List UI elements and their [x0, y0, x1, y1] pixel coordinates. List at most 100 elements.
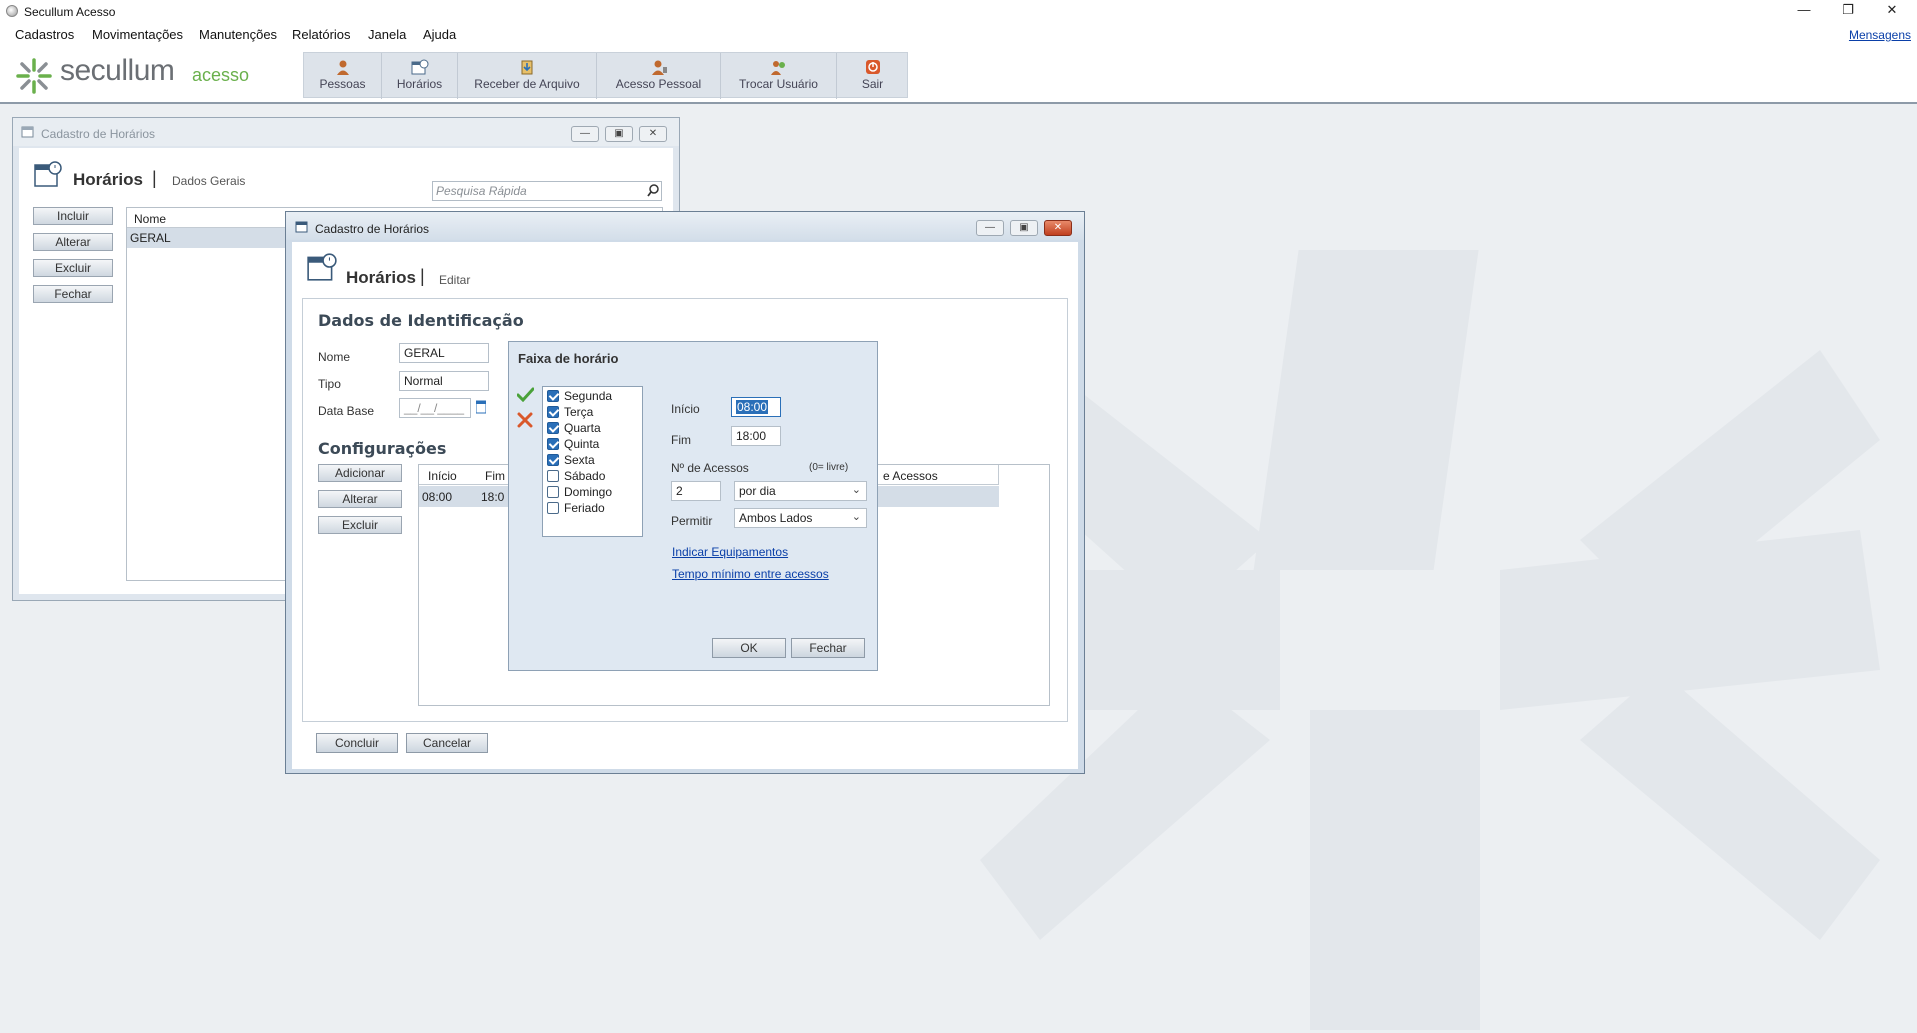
toolbar-receber-label: Receber de Arquivo [474, 77, 580, 91]
excluir-button[interactable]: Excluir [33, 259, 113, 277]
toolbar-sair-button[interactable]: Sair [837, 53, 908, 99]
menu-manutencoes[interactable]: Manutenções [199, 27, 277, 42]
window-edit-header: Horários [346, 268, 416, 287]
day-segunda[interactable]: Segunda [545, 388, 640, 404]
adicionar-button[interactable]: Adicionar [318, 464, 402, 482]
toolbar-acesso-button[interactable]: Acesso Pessoal [597, 53, 721, 99]
acessos-hint: (0= livre) [809, 462, 849, 473]
window-edit-maximize-icon[interactable]: ▣ [1010, 220, 1038, 236]
receive-file-icon [521, 60, 533, 75]
toolbar-acesso-label: Acesso Pessoal [615, 77, 702, 91]
background-watermark-icon [980, 250, 1880, 1030]
tipo-select[interactable]: Normal [399, 371, 489, 391]
window-bg-close-icon[interactable]: ✕ [639, 126, 667, 142]
calendar-picker-icon[interactable] [476, 400, 486, 414]
nome-field[interactable]: GERAL [399, 343, 489, 363]
confirm-check-icon[interactable] [517, 387, 534, 402]
day-checkbox[interactable] [547, 422, 559, 434]
day-checkbox[interactable] [547, 454, 559, 466]
alterar-button[interactable]: Alterar [33, 233, 113, 251]
fechar-button[interactable]: Fechar [33, 285, 113, 303]
window-edit-close-icon[interactable]: ✕ [1044, 220, 1072, 236]
window-icon [295, 221, 308, 233]
secullum-logo-icon [16, 58, 52, 94]
menu-cadastros[interactable]: Cadastros [15, 27, 74, 42]
toolbar-pessoas-button[interactable]: Pessoas [304, 53, 382, 99]
periodo-select[interactable]: por dia ⌄ [734, 481, 867, 501]
logo-brand: secullum [60, 54, 175, 87]
acessos-field[interactable]: 2 [671, 481, 721, 501]
toolbar-horarios-button[interactable]: Horários [382, 53, 458, 99]
acessos-label: Nº de Acessos [671, 461, 749, 475]
close-icon[interactable]: ✕ [1870, 0, 1914, 22]
grid-col-fim: Fim [485, 469, 505, 483]
grid-col-acessos: e Acessos [883, 469, 938, 483]
toolbar-band [0, 46, 1917, 104]
periodo-value: por dia [739, 484, 776, 498]
restore-icon[interactable]: ❐ [1826, 0, 1870, 22]
power-exit-icon [865, 60, 880, 74]
mensagens-link[interactable]: Mensagens [1849, 28, 1911, 42]
day-label: Domingo [564, 485, 613, 499]
database-field[interactable]: __/__/____ [399, 398, 471, 418]
header-separator: | [420, 266, 425, 286]
search-icon[interactable] [647, 184, 660, 197]
toolbar-horarios-label: Horários [396, 77, 443, 91]
day-checkbox[interactable] [547, 486, 559, 498]
faixa-title: Faixa de horário [518, 351, 619, 366]
day-label: Sábado [564, 469, 606, 483]
section-identificacao: Dados de Identificação [318, 311, 524, 330]
menu-relatorios[interactable]: Relatórios [292, 27, 351, 42]
day-domingo[interactable]: Domingo [545, 484, 640, 500]
window-edit-minimize-icon[interactable]: — [976, 220, 1004, 236]
minimize-icon[interactable]: — [1782, 0, 1826, 22]
permitir-select[interactable]: Ambos Lados ⌄ [734, 508, 867, 528]
window-edit-title: Cadastro de Horários [315, 222, 430, 236]
day-checkbox[interactable] [547, 470, 559, 482]
day-checkbox[interactable] [547, 438, 559, 450]
window-icon [21, 126, 34, 138]
search-input[interactable]: Pesquisa Rápida [432, 181, 662, 201]
day-quarta[interactable]: Quarta [545, 420, 640, 436]
indicar-equipamentos-link[interactable]: Indicar Equipamentos [672, 545, 788, 559]
toolbar-pessoas-label: Pessoas [319, 77, 366, 91]
day-terca[interactable]: Terça [545, 404, 640, 420]
window-bg-minimize-icon[interactable]: — [571, 126, 599, 142]
day-sexta[interactable]: Sexta [545, 452, 640, 468]
tempo-minimo-link[interactable]: Tempo mínimo entre acessos [672, 567, 829, 581]
day-label: Quarta [564, 421, 601, 435]
faixa-horario-dialog: Faixa de horário Segunda Terça Quarta Qu… [508, 341, 878, 671]
permitir-label: Permitir [671, 514, 713, 528]
faixa-fechar-button[interactable]: Fechar [791, 638, 865, 658]
day-checkbox[interactable] [547, 502, 559, 514]
fim-label: Fim [671, 433, 691, 447]
day-quinta[interactable]: Quinta [545, 436, 640, 452]
toolbar-trocar-button[interactable]: Trocar Usuário [721, 53, 837, 99]
cancelar-button[interactable]: Cancelar [406, 733, 488, 753]
toolbar-receber-button[interactable]: Receber de Arquivo [458, 53, 597, 99]
app-titlebar: Secullum Acesso — ❐ ✕ [0, 0, 1917, 24]
incluir-button[interactable]: Incluir [33, 207, 113, 225]
day-checkbox[interactable] [547, 390, 559, 402]
fim-field[interactable]: 18:00 [731, 426, 781, 446]
ok-button[interactable]: OK [712, 638, 786, 658]
nome-label: Nome [318, 350, 351, 364]
window-edit-caption: Cadastro de Horários — ▣ ✕ [286, 212, 1084, 240]
app-title: Secullum Acesso [24, 5, 116, 19]
database-label: Data Base [318, 404, 375, 418]
day-sabado[interactable]: Sábado [545, 468, 640, 484]
window-bg-maximize-icon[interactable]: ▣ [605, 126, 633, 142]
day-checkbox[interactable] [547, 406, 559, 418]
menu-ajuda[interactable]: Ajuda [423, 27, 456, 42]
day-label: Sexta [564, 453, 595, 467]
person-access-icon [651, 60, 667, 75]
cancel-x-icon[interactable] [517, 412, 533, 428]
inicio-field[interactable]: 08:00 [731, 397, 781, 417]
alterar-config-button[interactable]: Alterar [318, 490, 402, 508]
menubar: Cadastros Movimentações Manutenções Rela… [0, 24, 1917, 46]
concluir-button[interactable]: Concluir [316, 733, 398, 753]
excluir-config-button[interactable]: Excluir [318, 516, 402, 534]
day-feriado[interactable]: Feriado [545, 500, 640, 516]
menu-movimentacoes[interactable]: Movimentações [92, 27, 183, 42]
menu-janela[interactable]: Janela [368, 27, 406, 42]
